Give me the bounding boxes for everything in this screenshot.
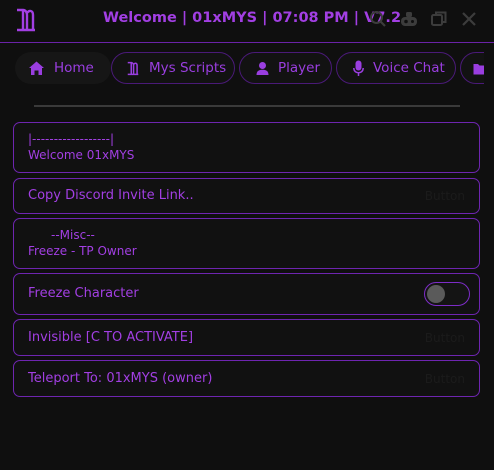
window-title: Welcome | 01xMYS | 07:08 PM | V7.2 bbox=[103, 10, 402, 26]
logo-icon bbox=[17, 8, 35, 32]
tab-bar: Home Mys Scripts Player Voice Chat bbox=[0, 52, 484, 86]
button-label: Copy Discord Invite Link.. bbox=[28, 188, 194, 203]
copy-discord-button[interactable]: Copy Discord Invite Link.. Button bbox=[13, 178, 480, 214]
game-controller-icon[interactable] bbox=[400, 10, 418, 28]
search-icon[interactable] bbox=[369, 10, 387, 28]
button-label: Invisible [C TO ACTIVATE] bbox=[28, 330, 194, 345]
tab-label: Voice Chat bbox=[373, 60, 445, 76]
button-hint: Button bbox=[424, 189, 465, 203]
tab-voice-chat[interactable]: Voice Chat bbox=[336, 52, 456, 84]
teleport-button[interactable]: Teleport To: 01xMYS (owner) Button bbox=[13, 360, 480, 397]
divider bbox=[34, 105, 460, 107]
tab-home[interactable]: Home bbox=[15, 52, 111, 84]
tab-player[interactable]: Player bbox=[239, 52, 332, 84]
close-icon[interactable] bbox=[460, 10, 478, 28]
home-icon bbox=[29, 61, 44, 75]
toggle-label: Freeze Character bbox=[28, 286, 139, 301]
person-icon bbox=[256, 61, 269, 75]
title-bar: Welcome | 01xMYS | 07:08 PM | V7.2 bbox=[0, 0, 494, 43]
invisible-button[interactable]: Invisible [C TO ACTIVATE] Button bbox=[13, 319, 480, 356]
tab-more[interactable] bbox=[460, 52, 484, 84]
button-hint: Button bbox=[424, 331, 465, 345]
welcome-card: |------------------| Welcome 01xMYS bbox=[13, 122, 480, 173]
restore-icon[interactable] bbox=[430, 10, 448, 28]
welcome-separator: |------------------| bbox=[28, 132, 115, 146]
button-label: Teleport To: 01xMYS (owner) bbox=[28, 371, 213, 386]
button-hint: Button bbox=[424, 372, 465, 386]
freeze-character-toggle-row: Freeze Character bbox=[13, 273, 480, 315]
tab-label: Mys Scripts bbox=[149, 60, 227, 76]
tab-label: Home bbox=[54, 60, 94, 76]
freeze-character-toggle[interactable] bbox=[424, 282, 470, 306]
misc-subtitle: Freeze - TP Owner bbox=[28, 244, 137, 258]
tab-mys-scripts[interactable]: Mys Scripts bbox=[111, 52, 235, 84]
logo-icon bbox=[127, 61, 139, 75]
misc-header: --Misc-- bbox=[51, 228, 95, 242]
welcome-text: Welcome 01xMYS bbox=[28, 148, 135, 162]
folder-icon bbox=[473, 63, 484, 74]
toggle-knob bbox=[427, 285, 445, 303]
misc-section-card: --Misc-- Freeze - TP Owner bbox=[13, 218, 480, 269]
tab-label: Player bbox=[278, 60, 321, 76]
microphone-icon bbox=[353, 60, 364, 76]
